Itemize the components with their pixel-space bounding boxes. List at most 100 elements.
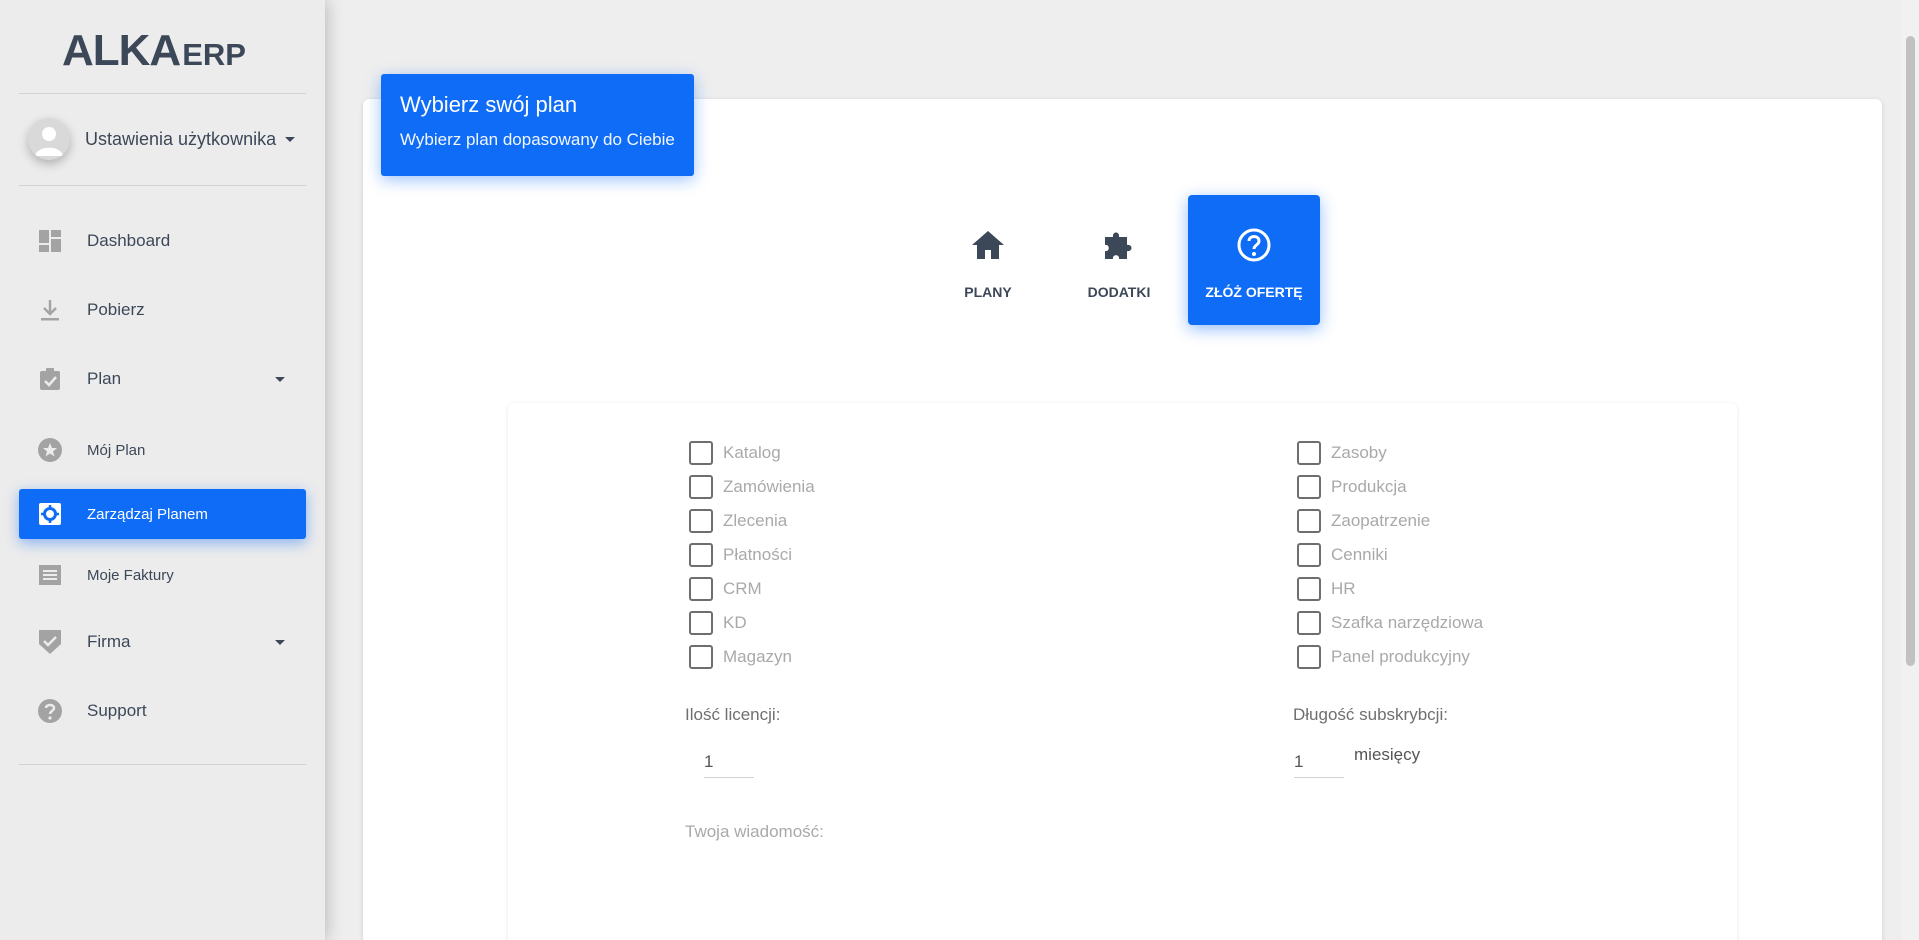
user-settings-label: Ustawienia użytkownika [85, 128, 277, 149]
help-icon [37, 698, 63, 724]
sidebar-item-label: Dashboard [87, 231, 171, 250]
subscription-unit: miesięcy [1354, 745, 1421, 764]
checkbox[interactable] [689, 543, 713, 567]
shield-check-icon [37, 629, 63, 655]
checkbox[interactable] [1297, 645, 1321, 669]
dashboard-icon [37, 228, 63, 254]
checkbox-label: Płatności [723, 545, 792, 564]
tab-zloz-oferte[interactable]: ZŁÓŻ OFERTĘ [1188, 195, 1320, 325]
avatar [28, 118, 70, 160]
checkbox-label: Panel produkcyjny [1331, 647, 1470, 666]
sidebar: ALKA ERP Ustawienia użytkownika Dashboar… [0, 0, 325, 940]
checkbox[interactable] [1297, 509, 1321, 533]
checkbox-label: Szafka narzędziowa [1331, 613, 1484, 632]
licenses-label: Ilość licencji: [685, 705, 781, 724]
checkbox[interactable] [1297, 441, 1321, 465]
sidebar-item-moj-plan[interactable]: Mój Plan [19, 425, 306, 475]
home-icon [968, 225, 1008, 265]
module-checkbox[interactable]: CRM [689, 576, 762, 602]
checkbox[interactable] [1297, 611, 1321, 635]
module-checkbox[interactable]: Zlecenia [689, 508, 787, 534]
checkbox-label: Magazyn [723, 647, 792, 666]
subscription-length-input[interactable] [1294, 746, 1344, 778]
card-header: Wybierz swój plan Wybierz plan dopasowan… [381, 74, 694, 176]
chevron-down-icon [285, 136, 296, 142]
licenses-input[interactable] [704, 746, 754, 778]
module-checkbox[interactable]: Produkcja [1297, 474, 1407, 500]
checkbox-label: Zamówienia [723, 477, 815, 496]
clipboard-check-icon [37, 366, 63, 392]
download-icon [37, 297, 63, 323]
checkbox-label: CRM [723, 579, 762, 598]
sidebar-item-pobierz[interactable]: Pobierz [19, 285, 306, 335]
tab-label: PLANY [964, 284, 1012, 300]
checkbox[interactable] [1297, 543, 1321, 567]
subscription-length-label: Długość subskrybcji: [1293, 705, 1448, 724]
sidebar-item-label: Zarządzaj Planem [87, 505, 208, 523]
tab-label: DODATKI [1087, 284, 1151, 300]
checkbox[interactable] [1297, 475, 1321, 499]
checkbox-label: Katalog [723, 443, 781, 462]
module-checkbox[interactable]: Zasoby [1297, 440, 1387, 466]
sidebar-item-zarzadzaj-planem[interactable]: Zarządzaj Planem [19, 489, 306, 539]
sidebar-item-label: Plan [87, 369, 122, 388]
invoice-icon [37, 562, 63, 588]
page-subtitle: Wybierz plan dopasowany do Ciebie [400, 130, 675, 149]
tab-label: ZŁÓŻ OFERTĘ [1205, 284, 1303, 300]
user-icon [35, 127, 63, 156]
checkbox-label: Zlecenia [723, 511, 788, 530]
user-settings-menu[interactable]: Ustawienia użytkownika [28, 118, 296, 160]
page-scrollbar[interactable] [1902, 0, 1919, 940]
message-label: Twoja wiadomość: [685, 822, 824, 841]
sidebar-divider [19, 764, 306, 765]
sidebar-divider [19, 185, 306, 186]
checkbox[interactable] [689, 475, 713, 499]
tab-dodatki[interactable]: DODATKI [1053, 195, 1185, 325]
checkbox[interactable] [689, 645, 713, 669]
page-title: Wybierz swój plan [400, 92, 578, 117]
checkbox[interactable] [689, 577, 713, 601]
sidebar-item-firma[interactable]: Firma [19, 617, 306, 667]
checkbox[interactable] [1297, 577, 1321, 601]
tab-plany[interactable]: PLANY [922, 195, 1054, 325]
help-circle-icon [1234, 225, 1274, 265]
sidebar-item-label: Firma [87, 632, 131, 651]
sidebar-item-label: Support [87, 701, 147, 720]
module-checkbox[interactable]: HR [1297, 576, 1356, 602]
logo-main-text: ALKA [62, 26, 181, 75]
puzzle-icon [1099, 225, 1139, 265]
checkbox-label: HR [1331, 579, 1356, 598]
gear-icon [37, 501, 63, 527]
sidebar-divider [19, 93, 306, 94]
checkbox-label: Cenniki [1331, 545, 1388, 564]
checkbox[interactable] [689, 611, 713, 635]
checkbox[interactable] [689, 509, 713, 533]
module-checkbox[interactable]: Magazyn [689, 644, 792, 670]
app-logo[interactable]: ALKA ERP [62, 26, 246, 75]
sidebar-item-moje-faktury[interactable]: Moje Faktury [19, 550, 306, 600]
scrollbar-thumb[interactable] [1906, 36, 1915, 666]
module-checkbox[interactable]: Katalog [689, 440, 781, 466]
module-checkbox[interactable]: Szafka narzędziowa [1297, 610, 1483, 636]
checkbox-label: Zaopatrzenie [1331, 511, 1431, 530]
logo-sub-text: ERP [182, 37, 246, 72]
checkbox[interactable] [689, 441, 713, 465]
star-icon [37, 437, 63, 463]
sidebar-item-label: Moje Faktury [87, 566, 174, 584]
sidebar-item-dashboard[interactable]: Dashboard [19, 216, 306, 266]
checkbox-label: Zasoby [1331, 443, 1387, 462]
module-checkbox[interactable]: Cenniki [1297, 542, 1388, 568]
sidebar-item-support[interactable]: Support [19, 686, 306, 736]
checkbox-label: Produkcja [1331, 477, 1407, 496]
sidebar-item-label: Mój Plan [87, 441, 146, 459]
module-checkbox[interactable]: Zaopatrzenie [1297, 508, 1430, 534]
module-checkbox[interactable]: Zamówienia [689, 474, 815, 500]
module-checkbox[interactable]: Płatności [689, 542, 792, 568]
sidebar-item-label: Pobierz [87, 300, 145, 319]
chevron-down-icon [275, 376, 285, 382]
checkbox-label: KD [723, 613, 747, 632]
chevron-down-icon [275, 639, 285, 645]
module-checkbox[interactable]: Panel produkcyjny [1297, 644, 1470, 670]
sidebar-item-plan[interactable]: Plan [19, 354, 306, 404]
module-checkbox[interactable]: KD [689, 610, 747, 636]
